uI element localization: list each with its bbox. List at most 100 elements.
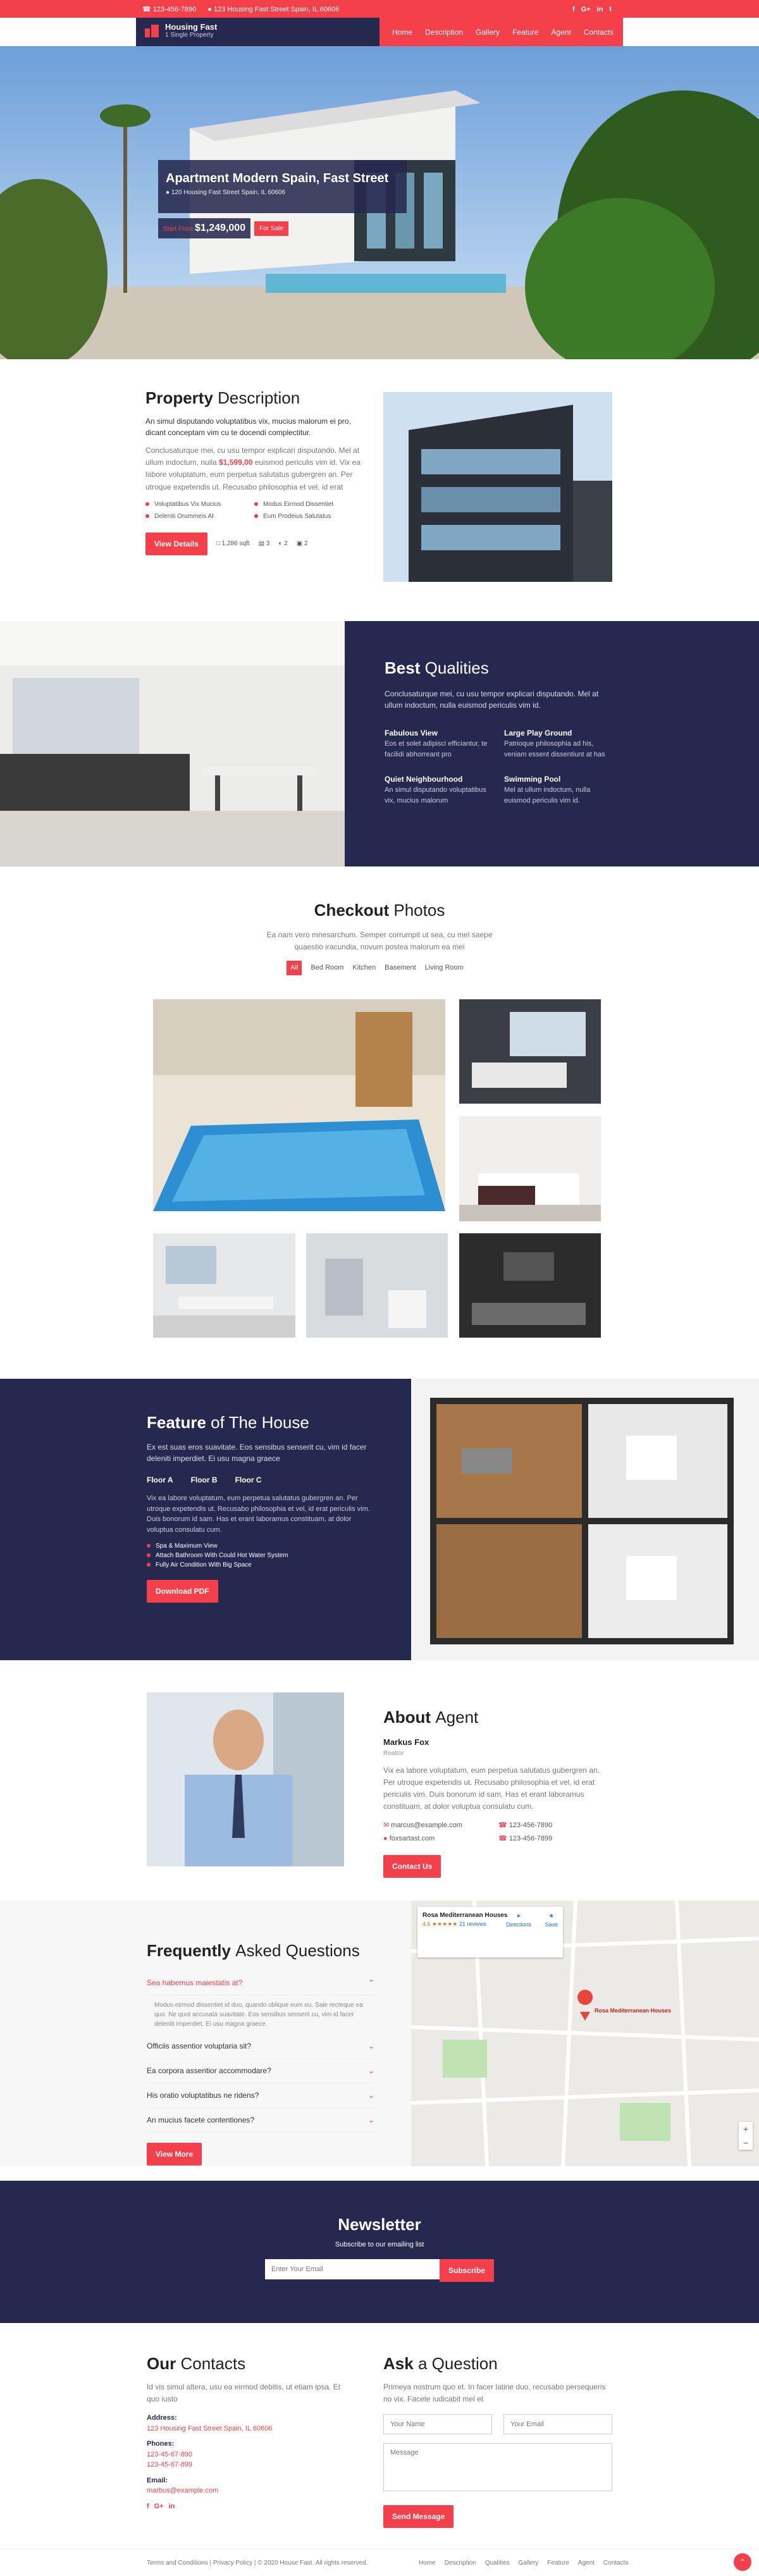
subscribe-button[interactable]: Subscribe [439, 2259, 495, 2282]
map-pin-label: Rosa Mediterranean Houses [595, 2007, 672, 2014]
hero-price-box: Start From $1,249,000 [158, 218, 251, 238]
linkedin-icon[interactable]: in [597, 4, 603, 15]
filter-bed-room[interactable]: Bed Room [311, 963, 343, 973]
photos-title: Checkout Photos [314, 901, 445, 920]
map-reviews[interactable]: 21 reviews [459, 1921, 486, 1927]
filter-basement[interactable]: Basement [385, 963, 416, 973]
footer-link-description[interactable]: Description [445, 2558, 476, 2568]
contact-email[interactable]: marbus@example.com [147, 2486, 349, 2496]
facebook-icon[interactable]: f [147, 2501, 149, 2512]
mail-icon: ✉ [383, 1821, 390, 1830]
footer-link-agent[interactable]: Agent [578, 2558, 595, 2568]
contacts-title: Our Contacts [147, 2354, 246, 2373]
feature-lead: Ex est suas eros suavitate. Eos sensibus… [147, 1443, 367, 1463]
scroll-to-top-button[interactable]: ⌃ [734, 2553, 751, 2571]
footer-link-gallery[interactable]: Gallery [519, 2558, 539, 2568]
nav-contacts[interactable]: Contacts [584, 27, 614, 38]
faq-question-open[interactable]: Sea habemus maiestatis at? ⌃ [147, 1971, 374, 1995]
footer-link-qualities[interactable]: Qualities [485, 2558, 510, 2568]
area-stat: □ 1,286 sqft [216, 540, 250, 548]
feature-section: Feature of The House Ex est suas eros su… [0, 1379, 411, 1660]
top-bar: ☎ 123-456-7890 ● 123 Housing Fast Street… [0, 0, 759, 18]
directions-button[interactable]: ➤ Directions [506, 1912, 531, 1929]
feature-list: Voluptatibus Vix Mucius Modus Eirmod Dis… [145, 500, 361, 521]
hero-title: Apartment Modern Spain, Fast Street [166, 171, 389, 185]
message-field[interactable] [383, 2443, 612, 2492]
contact-phone[interactable]: 123-45-67-899 [147, 2460, 349, 2470]
contact-us-button[interactable]: Contact Us [383, 1855, 441, 1878]
footer-link-home[interactable]: Home [419, 2558, 436, 2568]
footer: Terms and Conditions | Privacy Policy | … [0, 2549, 759, 2576]
faq-question[interactable]: Officiis assentior voluptaria sit? ⌄ [147, 2034, 374, 2059]
download-pdf-button[interactable]: Download PDF [147, 1580, 218, 1603]
contact-phone[interactable]: 123-45-67-890 [147, 2450, 349, 2460]
google-plus-icon[interactable]: G+ [154, 2501, 164, 2512]
ask-lead: Primeya nostrum quo et. In facer latine … [383, 2382, 606, 2404]
feature-item: Modus Eirmod Dissentiet [263, 500, 334, 508]
chevron-down-icon: ⌄ [367, 2116, 374, 2124]
gallery-bathroom-photo[interactable] [306, 1233, 448, 1338]
main-nav: Home Description Gallery Feature Agent C… [379, 27, 614, 38]
save-button[interactable]: ★ Save [545, 1912, 558, 1929]
brand-logo[interactable]: Housing Fast 1 Single Property [144, 22, 217, 39]
footer-link-contacts[interactable]: Contacts [603, 2558, 628, 2568]
map-place-name: Rosa Mediterranean Houses [423, 1912, 508, 1919]
nav-description[interactable]: Description [425, 27, 463, 38]
agent-phone-2[interactable]: 123-456-7899 [509, 1835, 553, 1842]
twitter-icon[interactable]: t [609, 4, 612, 15]
agent-phone[interactable]: 123-456-7890 [509, 1821, 553, 1829]
floor-a-tab[interactable]: Floor A [147, 1474, 173, 1486]
gallery-pool-photo[interactable] [153, 999, 445, 1211]
feature-title: Feature of The House [147, 1413, 309, 1432]
site-header: Housing Fast 1 Single Property Home Desc… [136, 18, 623, 46]
ask-section: Ask a Question Primeya nostrum quo et. I… [383, 2351, 612, 2528]
google-plus-icon[interactable]: G+ [581, 4, 591, 15]
topbar-phone: 123-456-7890 [152, 6, 197, 13]
send-message-button[interactable]: Send Message [383, 2505, 454, 2528]
hero-price: $1,249,000 [195, 223, 246, 233]
qualities-lead: Conclusaturque mei, cu usu tempor explic… [385, 689, 599, 710]
newsletter-section: Newsletter Subscribe to our emailing lis… [0, 2181, 759, 2323]
description-lead: An simul disputando voluptatibus vix, mu… [145, 417, 351, 437]
newsletter-subtitle: Subscribe to our emailing list [335, 2241, 424, 2248]
floor-b-tab[interactable]: Floor B [191, 1474, 218, 1486]
nav-agent[interactable]: Agent [551, 27, 571, 38]
email-field[interactable] [503, 2414, 612, 2435]
building-photo [383, 392, 612, 582]
gallery-bedroom-photo[interactable] [459, 999, 601, 1104]
for-sale-badge: For Sale [254, 221, 288, 236]
bath-stat: ◐ 2 [278, 540, 288, 548]
facebook-icon[interactable]: f [572, 4, 575, 15]
quality-item: Quiet Neighbourhood An simul disputando v… [385, 775, 486, 804]
garage-stat: ▣ 2 [296, 540, 308, 548]
agent-site[interactable]: foxsartast.com [390, 1835, 435, 1842]
newsletter-email-input[interactable] [264, 2259, 440, 2279]
house-logo-icon [145, 24, 159, 37]
faq-question[interactable]: His oratio voluptatibus ne ridens? ⌄ [147, 2083, 374, 2108]
floor-c-tab[interactable]: Floor C [235, 1474, 262, 1486]
footer-link-feature[interactable]: Feature [547, 2558, 569, 2568]
faq-question[interactable]: Ea corpora assentior accommodare? ⌄ [147, 2059, 374, 2083]
description-section: Property Description An simul disputando… [145, 386, 361, 555]
filter-living-room[interactable]: Living Room [425, 963, 464, 973]
linkedin-icon[interactable]: in [169, 2501, 175, 2512]
hero-price-prefix: Start From [163, 226, 194, 233]
filter-kitchen[interactable]: Kitchen [352, 963, 376, 973]
nav-feature[interactable]: Feature [512, 27, 538, 38]
view-more-button[interactable]: View More [147, 2143, 202, 2166]
gallery-living-room-photo[interactable] [459, 1233, 601, 1338]
map-widget[interactable]: Rosa Mediterranean Houses 4.6 ★★★★★ 21 r… [410, 1900, 759, 2167]
agent-email[interactable]: marcus@example.com [391, 1821, 462, 1829]
gallery-dining-photo[interactable] [153, 1233, 295, 1338]
name-field[interactable] [383, 2414, 492, 2435]
quality-item: Swimming Pool Mel at ullum indoctum, null… [504, 775, 591, 804]
phone-icon: ☎ [498, 1821, 507, 1830]
nav-home[interactable]: Home [392, 27, 412, 38]
map-zoom-controls[interactable]: + − [739, 2122, 753, 2150]
phone-info[interactable]: ☎ 123-456-7890 [142, 4, 196, 15]
nav-gallery[interactable]: Gallery [476, 27, 500, 38]
view-details-button[interactable]: View Details [145, 532, 207, 555]
faq-question[interactable]: An mucius facete contentiones? ⌄ [147, 2108, 374, 2133]
gallery-bedroom-2-photo[interactable] [459, 1116, 601, 1221]
filter-all[interactable]: All [287, 961, 302, 975]
